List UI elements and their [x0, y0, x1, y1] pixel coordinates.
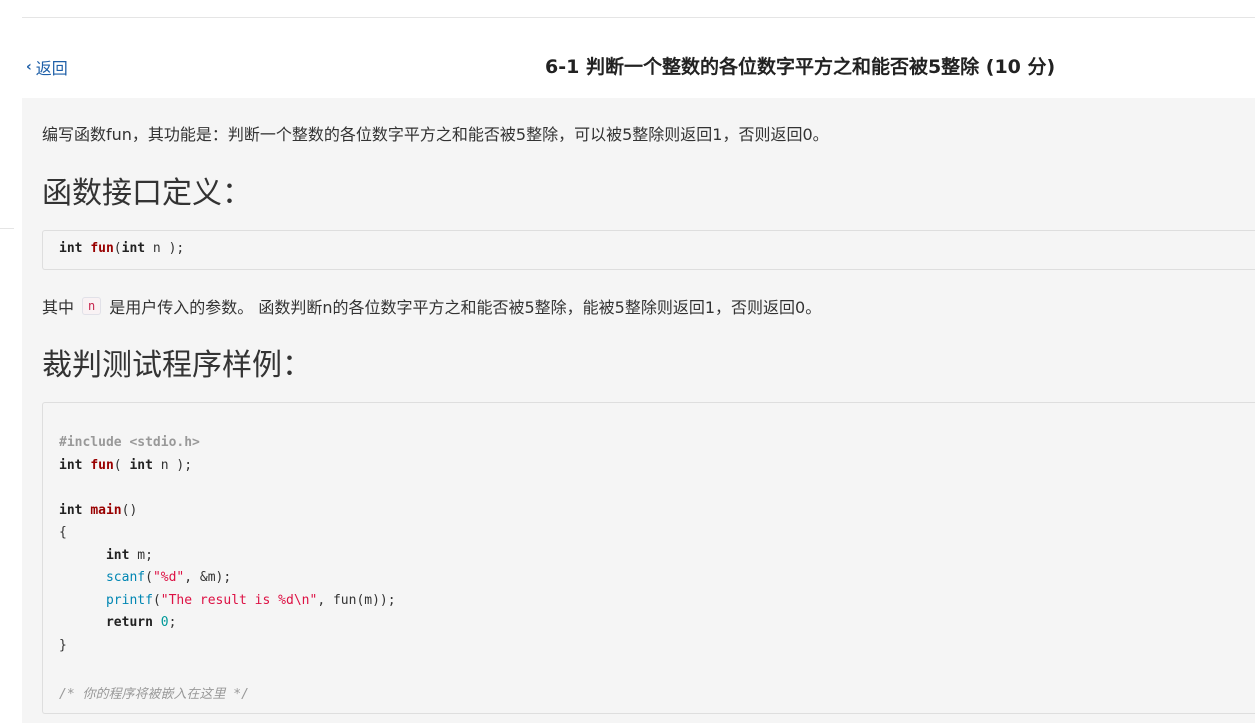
code-line: int m; [105, 548, 153, 563]
code-line: #include <stdio.h> [59, 435, 200, 450]
interface-heading: 函数接口定义： [42, 176, 252, 211]
code-line: { [59, 525, 67, 540]
param-prefix: 其中 [42, 298, 75, 317]
problem-header: ‹ 返回 6-1 判断一个整数的各位数字平方之和能否被5整除 (10 分) [0, 46, 1255, 82]
param-suffix: 是用户传入的参数。 函数判断n的各位数字平方之和能否被5整除，能被5整除则返回1… [109, 298, 822, 317]
code-line: /* 你的程序将被嵌入在这里 */ [59, 687, 249, 702]
code-line: scanf("%d", &m); [105, 570, 232, 585]
code-line: printf("The result is %d\n", fun(m)); [105, 593, 396, 608]
code-line: return 0; [105, 615, 177, 630]
code-line: } [59, 638, 67, 653]
interface-code-block: int fun(int n ); [42, 230, 1255, 270]
param-code: n [82, 297, 102, 315]
code-line: int main() [59, 503, 138, 518]
back-label: 返回 [35, 59, 68, 78]
top-divider [22, 17, 1255, 18]
back-button[interactable]: ‹ 返回 [26, 55, 68, 79]
problem-description: 编写函数fun，其功能是：判断一个整数的各位数字平方之和能否被5整除，可以被5整… [42, 125, 829, 144]
parameter-description: 其中 n 是用户传入的参数。 函数判断n的各位数字平方之和能否被5整除，能被5整… [42, 294, 821, 318]
code-line: int fun( int n ); [59, 458, 193, 473]
problem-title: 6-1 判断一个整数的各位数字平方之和能否被5整除 (10 分) [545, 56, 1056, 78]
problem-content: 编写函数fun，其功能是：判断一个整数的各位数字平方之和能否被5整除，可以被5整… [22, 98, 1255, 723]
sample-code-block: #include <stdio.h> int fun( int n ); int… [42, 402, 1255, 714]
chevron-left-icon: ‹ [26, 59, 32, 75]
code-line: int fun(int n ); [59, 241, 185, 256]
left-divider [0, 228, 14, 229]
sample-heading: 裁判测试程序样例： [42, 348, 312, 383]
